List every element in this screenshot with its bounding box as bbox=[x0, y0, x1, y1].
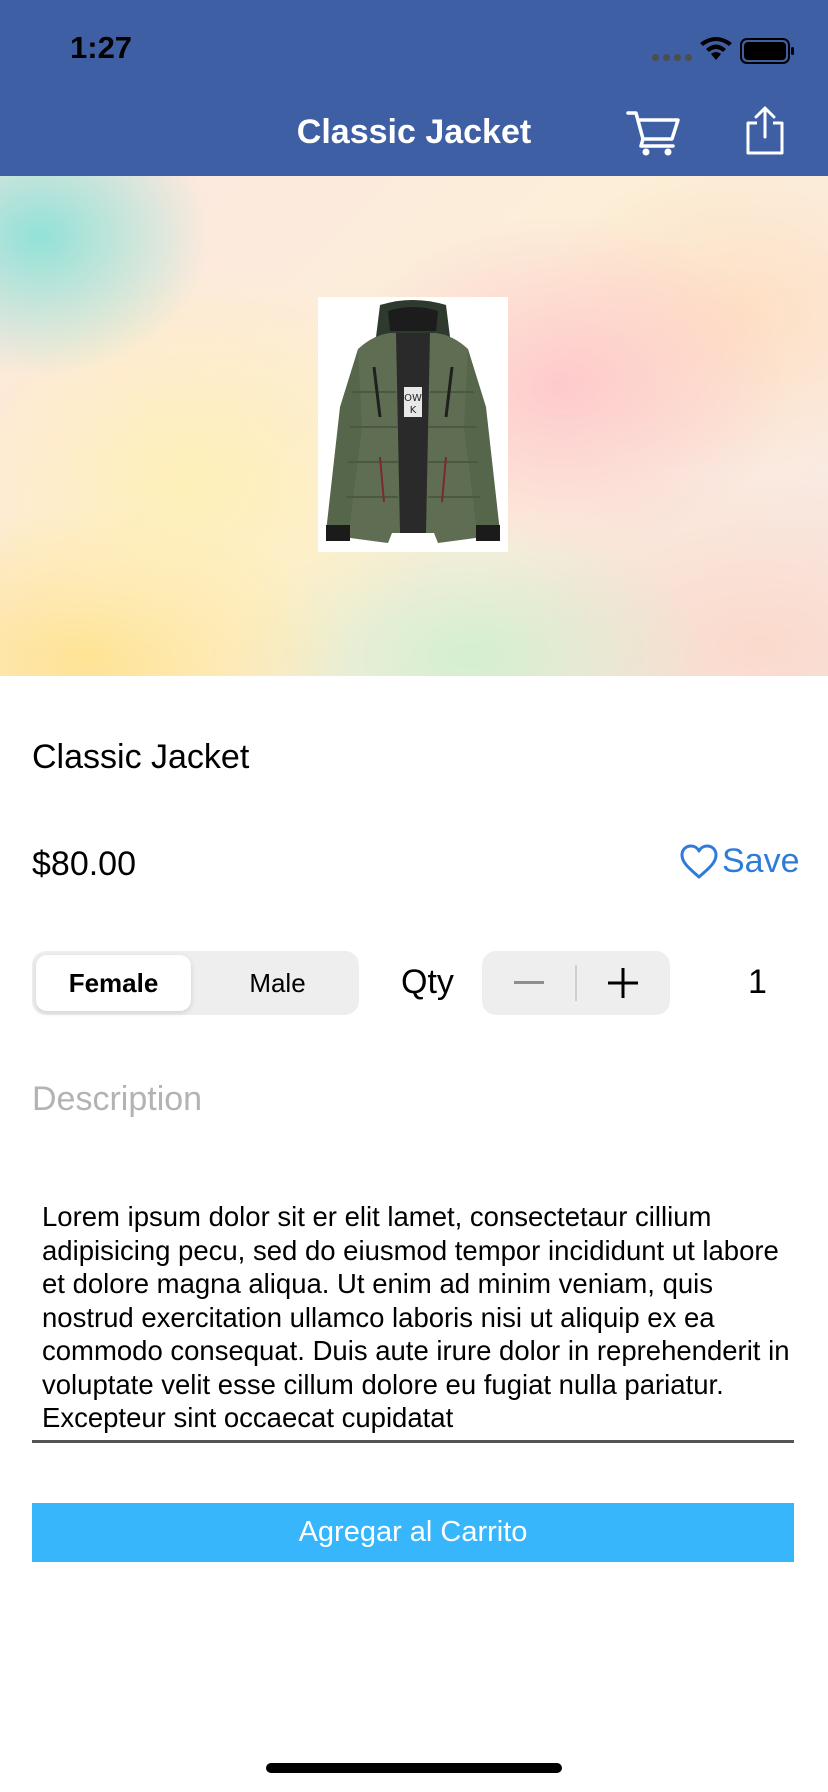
svg-text:K: K bbox=[410, 405, 417, 416]
description-text[interactable]: Lorem ipsum dolor sit er elit lamet, con… bbox=[42, 1200, 794, 1433]
description-label: Description bbox=[32, 1080, 203, 1118]
add-to-cart-button[interactable]: Agregar al Carrito bbox=[32, 1503, 794, 1562]
product-image: OW K bbox=[318, 297, 508, 552]
segment-female[interactable]: Female bbox=[36, 955, 191, 1011]
product-name: Classic Jacket bbox=[32, 738, 250, 776]
status-time: 1:27 bbox=[70, 30, 133, 65]
increment-button[interactable] bbox=[576, 951, 670, 1015]
qty-value: 1 bbox=[748, 963, 767, 1001]
quantity-stepper bbox=[482, 951, 670, 1015]
decrement-button[interactable] bbox=[482, 951, 576, 1015]
wifi-icon bbox=[700, 37, 732, 60]
cellular-signal-icon bbox=[652, 54, 692, 61]
product-hero-background: OW K bbox=[0, 176, 828, 676]
description-underline bbox=[32, 1440, 794, 1443]
navigation-bar: 1:27 Classic Jacket bbox=[0, 0, 828, 176]
heart-icon bbox=[680, 844, 718, 878]
nav-title: Classic Jacket bbox=[296, 113, 532, 151]
home-indicator bbox=[266, 1763, 562, 1773]
minus-icon bbox=[514, 981, 544, 984]
segment-male[interactable]: Male bbox=[200, 955, 355, 1011]
svg-text:OW: OW bbox=[404, 393, 422, 404]
gender-segmented-control: Female Male bbox=[32, 951, 359, 1015]
save-label: Save bbox=[722, 842, 800, 880]
cart-icon[interactable] bbox=[626, 108, 682, 156]
battery-icon bbox=[740, 38, 794, 64]
qty-label: Qty bbox=[401, 963, 454, 1001]
plus-icon bbox=[608, 968, 638, 998]
save-button[interactable]: Save bbox=[680, 842, 800, 881]
product-price: $80.00 bbox=[32, 845, 136, 883]
share-icon[interactable] bbox=[743, 106, 787, 156]
